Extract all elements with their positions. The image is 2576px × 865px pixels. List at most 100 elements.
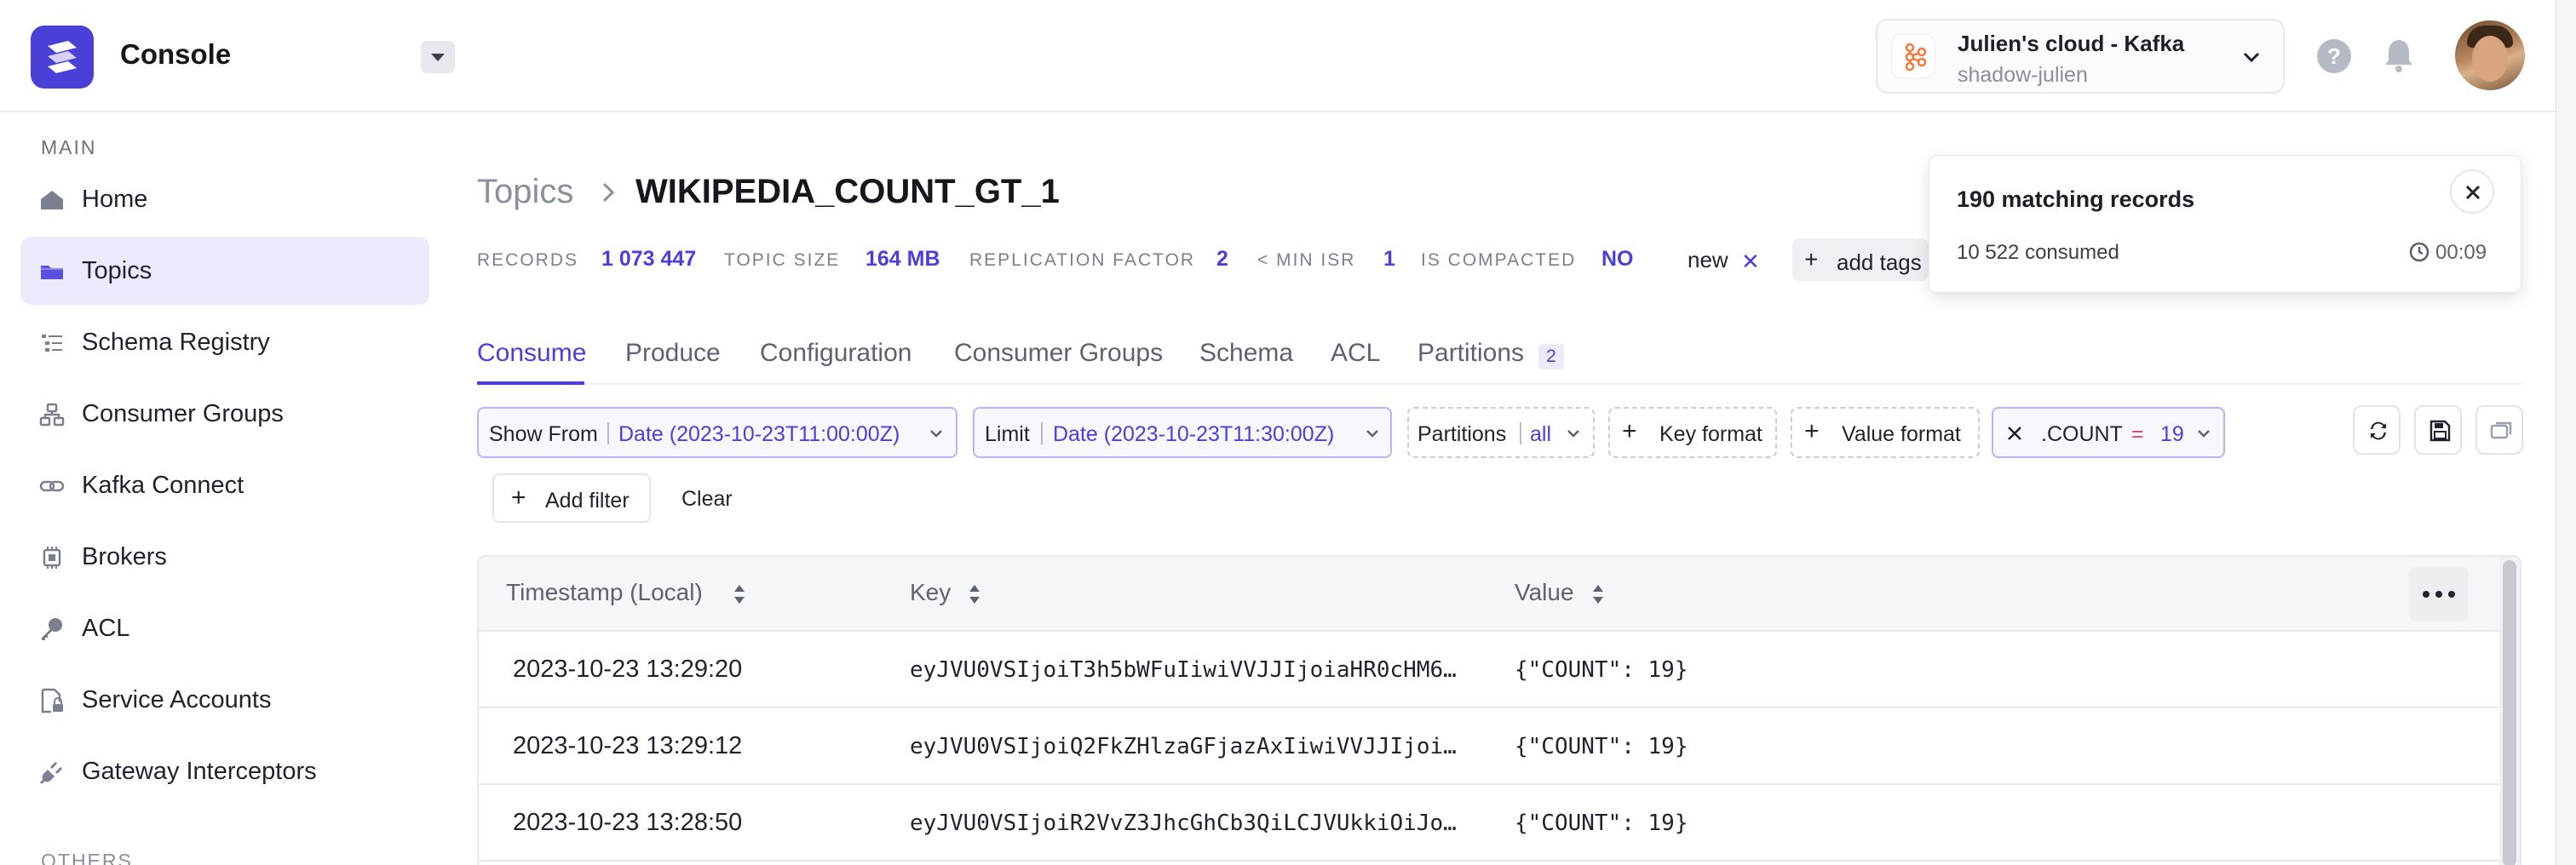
breadcrumb-topics-link[interactable]: Topics bbox=[477, 173, 573, 211]
limit-filter[interactable]: Limit Date (2023-10-23T11:30:00Z) bbox=[973, 407, 1392, 458]
user-avatar[interactable] bbox=[2455, 20, 2525, 90]
chevron-down-icon bbox=[2243, 52, 2260, 63]
show-from-label: Show From bbox=[489, 422, 598, 446]
sidebar-item-consumer-groups[interactable]: Consumer Groups bbox=[20, 380, 429, 448]
cluster-subtitle: shadow-julien bbox=[1958, 63, 2088, 87]
plus-icon: + bbox=[1622, 417, 1637, 445]
plus-icon: + bbox=[1804, 246, 1819, 272]
save-button[interactable] bbox=[2414, 405, 2462, 455]
sidebar-item-service-accounts[interactable]: Service Accounts bbox=[20, 666, 429, 734]
cell-timestamp: 2023-10-23 13:29:20 bbox=[513, 656, 743, 683]
consumed-count: 10 522 consumed bbox=[1957, 241, 2119, 264]
kafka-icon bbox=[1891, 34, 1935, 78]
column-header-timestamp[interactable]: Timestamp (Local) bbox=[506, 579, 703, 606]
remove-filter-icon[interactable] bbox=[2005, 424, 2024, 443]
tab-partitions[interactable]: Partitions bbox=[1417, 339, 1524, 368]
table-header: Timestamp (Local) Key Value bbox=[479, 557, 2520, 632]
home-icon bbox=[41, 191, 63, 209]
sidebar-item-schema-registry[interactable]: Schema Registry bbox=[20, 308, 429, 376]
remove-tag-icon[interactable]: ✕ bbox=[1741, 249, 1760, 275]
page-scrollbar[interactable] bbox=[2556, 0, 2576, 865]
replication-factor-value: 2 bbox=[1216, 247, 1228, 271]
table-row[interactable]: 2023-10-23 13:29:12 eyJVU0VSIjoiQ2FkZHlz… bbox=[479, 708, 2499, 785]
sidebar-item-label: Home bbox=[82, 186, 148, 213]
sidebar-item-label: Gateway Interceptors bbox=[82, 758, 317, 785]
sort-icon[interactable] bbox=[1590, 582, 1607, 606]
sidebar-item-label: ACL bbox=[82, 615, 130, 642]
sidebar-section-main: MAIN bbox=[41, 136, 97, 158]
expression-operator: = bbox=[2131, 422, 2144, 446]
topic-tabs: Consume Produce Configuration Consumer G… bbox=[477, 335, 2521, 385]
app-menu-toggle[interactable] bbox=[421, 41, 455, 73]
tab-schema[interactable]: Schema bbox=[1199, 339, 1293, 368]
tab-produce[interactable]: Produce bbox=[625, 339, 721, 368]
sort-icon[interactable] bbox=[731, 582, 748, 606]
clear-filters-button[interactable]: Clear bbox=[681, 487, 733, 512]
sidebar-item-home[interactable]: Home bbox=[20, 165, 429, 233]
popup-title: 190 matching records bbox=[1957, 186, 2195, 212]
add-filter-label: Add filter bbox=[545, 489, 630, 513]
tab-consumer-groups[interactable]: Consumer Groups bbox=[954, 339, 1163, 368]
sidebar-item-topics[interactable]: Topics bbox=[20, 237, 429, 305]
column-header-key[interactable]: Key bbox=[910, 579, 951, 606]
help-icon[interactable]: ? bbox=[2317, 39, 2351, 73]
page-title: WIKIPEDIA_COUNT_GT_1 bbox=[635, 173, 1060, 210]
cell-value: {"COUNT": 19} bbox=[1515, 657, 1688, 683]
value-format-label: Value format bbox=[1842, 422, 1961, 446]
key-icon bbox=[42, 618, 62, 640]
clock-icon bbox=[2409, 242, 2429, 262]
add-tags-button[interactable]: + add tags bbox=[1792, 238, 1929, 281]
key-format-button[interactable]: + Key format bbox=[1608, 407, 1777, 458]
tab-consume[interactable]: Consume bbox=[477, 339, 586, 368]
close-icon bbox=[2465, 185, 2481, 200]
chevron-down-icon bbox=[1567, 430, 1579, 438]
cell-key: eyJVU0VSIjoiT3h5bWFuIiwiVVJJIjoiaHR0cHM6… bbox=[910, 657, 1463, 683]
sidebar-item-brokers[interactable]: Brokers bbox=[20, 523, 429, 591]
plus-icon: + bbox=[511, 484, 526, 512]
is-compacted-label: IS COMPACTED bbox=[1421, 250, 1577, 270]
show-from-filter[interactable]: Show From Date (2023-10-23T11:00:00Z) bbox=[477, 407, 957, 458]
partitions-filter[interactable]: Partitions all bbox=[1407, 407, 1595, 458]
records-value: 1 073 447 bbox=[601, 247, 697, 271]
sidebar-item-kafka-connect[interactable]: Kafka Connect bbox=[20, 451, 429, 519]
matching-records-popup: 190 matching records 10 522 consumed 00:… bbox=[1929, 155, 2521, 293]
add-filter-button[interactable]: + Add filter bbox=[492, 473, 651, 523]
add-tags-label: add tags bbox=[1837, 249, 1922, 275]
sidebar-item-gateway-interceptors[interactable]: Gateway Interceptors bbox=[20, 737, 429, 805]
cell-timestamp: 2023-10-23 13:28:50 bbox=[513, 809, 743, 836]
close-popup-button[interactable] bbox=[2450, 169, 2494, 214]
partitions-label: Partitions bbox=[1417, 422, 1507, 446]
tag-chip: new bbox=[1688, 247, 1728, 272]
sidebar-item-label: Service Accounts bbox=[82, 686, 272, 713]
value-format-button[interactable]: + Value format bbox=[1791, 407, 1980, 458]
min-isr-value: 1 bbox=[1383, 247, 1395, 271]
tab-configuration[interactable]: Configuration bbox=[760, 339, 911, 368]
cell-key: eyJVU0VSIjoiQ2FkZHlzaGFjazAxIiwiVVJJIjoi… bbox=[910, 734, 1463, 759]
sort-icon[interactable] bbox=[966, 582, 983, 606]
sidebar-item-label: Brokers bbox=[82, 543, 167, 570]
table-row[interactable]: 2023-10-23 13:28:50 eyJVU0VSIjoiR2VvZ3Jh… bbox=[479, 785, 2499, 862]
expression-field: .COUNT bbox=[2041, 422, 2123, 446]
more-options-button[interactable] bbox=[2409, 567, 2469, 622]
console-logo[interactable] bbox=[31, 26, 94, 89]
table-scrollbar-thumb[interactable] bbox=[2503, 560, 2516, 865]
hierarchy-icon bbox=[39, 403, 65, 427]
sidebar-item-acl[interactable]: ACL bbox=[20, 594, 429, 662]
limit-value: Date (2023-10-23T11:30:00Z) bbox=[1053, 422, 1335, 446]
tab-acl[interactable]: ACL bbox=[1331, 339, 1380, 368]
sidebar-item-label: Kafka Connect bbox=[82, 472, 244, 499]
count-expression-filter[interactable]: .COUNT = 19 bbox=[1992, 407, 2225, 458]
chevron-down-icon bbox=[930, 430, 942, 438]
table-row[interactable]: 2023-10-23 13:29:20 eyJVU0VSIjoiT3h5bWFu… bbox=[479, 632, 2499, 708]
bell-icon[interactable] bbox=[2383, 37, 2414, 73]
caret-down-icon bbox=[431, 54, 445, 61]
table-scrollbar[interactable] bbox=[2499, 557, 2520, 865]
show-from-value: Date (2023-10-23T11:00:00Z) bbox=[618, 422, 900, 446]
sidebar-item-label: Schema Registry bbox=[82, 329, 270, 356]
is-compacted-value: NO bbox=[1601, 247, 1634, 271]
cluster-selector[interactable]: Julien's cloud - Kafka shadow-julien bbox=[1876, 19, 2285, 94]
refresh-button[interactable] bbox=[2353, 405, 2401, 455]
min-isr-label: < MIN ISR bbox=[1257, 250, 1356, 270]
column-header-value[interactable]: Value bbox=[1515, 579, 1574, 606]
copy-button[interactable] bbox=[2475, 405, 2523, 455]
